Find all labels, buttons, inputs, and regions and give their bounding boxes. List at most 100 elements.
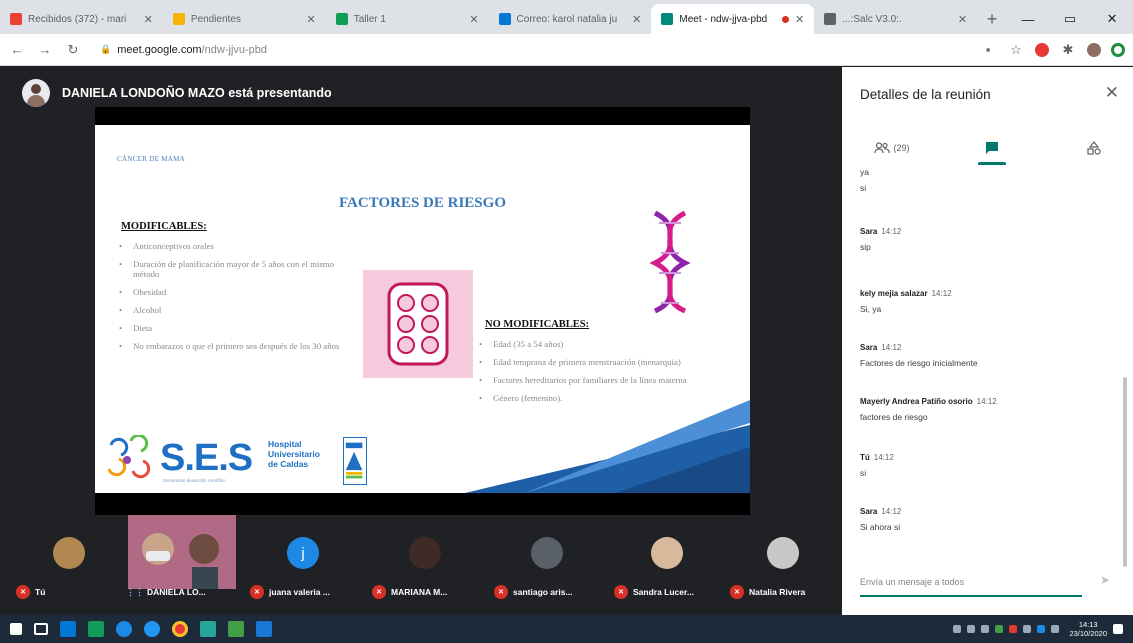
tray-icon[interactable]	[1009, 625, 1018, 633]
participant-tile[interactable]: ✕ Natalia Rivera	[724, 515, 842, 615]
new-tab-button[interactable]: +	[977, 4, 1007, 34]
app-icon[interactable]	[200, 621, 216, 637]
profile-avatar[interactable]	[1087, 42, 1101, 57]
participant-tile[interactable]: ✕ MARIANA M...	[366, 515, 484, 615]
hospital-logo: S.E.S Hospital Universitario de Caldas G…	[105, 433, 370, 489]
store-icon[interactable]	[88, 621, 104, 637]
participant-name-row: ⋮⋮ DANIELA LO...	[126, 585, 206, 599]
maximize-icon[interactable]: ▭	[1049, 4, 1091, 34]
tray-icon[interactable]	[1037, 625, 1046, 633]
participant-tile[interactable]: ✕ Tú	[10, 515, 128, 615]
tray-icon[interactable]	[1023, 625, 1032, 633]
puzzle-icon[interactable]: ✱	[1059, 42, 1077, 58]
browser-tab[interactable]: Correo: karol natalia ju ✕	[489, 4, 652, 34]
chat-scrollbar[interactable]	[1123, 377, 1127, 567]
participant-avatar	[531, 537, 563, 569]
tray-icon[interactable]	[953, 625, 962, 633]
dna-image	[649, 210, 691, 314]
chrome-icon[interactable]	[172, 621, 188, 637]
mic-muted-icon: ✕	[372, 585, 386, 599]
browser-tab[interactable]: Meet - ndw-jjva-pbd ✕	[651, 4, 815, 34]
participant-name: santiago aris...	[513, 587, 573, 597]
chat-message: ya si	[860, 167, 1122, 193]
tab-close-icon[interactable]: ✕	[795, 13, 804, 26]
close-icon[interactable]: ✕	[1105, 83, 1119, 103]
participant-avatar	[767, 537, 799, 569]
tab-activities[interactable]	[1074, 131, 1114, 165]
minimize-icon[interactable]: —	[1007, 4, 1049, 34]
key-icon[interactable]: ▪	[979, 42, 997, 57]
participant-name-row: ✕ Natalia Rivera	[730, 585, 805, 599]
tab-close-icon[interactable]: ✕	[632, 13, 641, 26]
chat-timestamp: 14:12	[881, 227, 902, 236]
participant-avatar	[651, 537, 683, 569]
participant-name: juana valeria ...	[269, 587, 330, 597]
tray-icon[interactable]	[967, 625, 976, 633]
bullet-item: Alcohol	[117, 305, 362, 315]
windows-start-icon[interactable]	[10, 623, 22, 635]
pill-pack-image	[363, 270, 473, 378]
app-icon-3[interactable]	[256, 621, 272, 637]
system-clock[interactable]: 14:13 23/10/2020	[1069, 620, 1107, 638]
logo-people-icon	[107, 433, 151, 479]
url-field[interactable]: 🔒 meet.google.com/ndw-jjvu-pbd	[92, 38, 969, 62]
app-icon-2[interactable]	[228, 621, 244, 637]
browser-tab[interactable]: ...:Salc V3.0:. ✕	[814, 4, 977, 34]
volume-icon[interactable]	[1051, 625, 1060, 633]
tab-chat[interactable]	[972, 131, 1012, 165]
participant-tile[interactable]: j ✕ juana valeria ...	[244, 515, 362, 615]
back-icon[interactable]: ←	[8, 42, 26, 57]
tab-label: Correo: karol natalia ju	[516, 13, 618, 25]
tab-close-icon[interactable]: ✕	[958, 13, 967, 26]
tab-close-icon[interactable]: ✕	[144, 13, 153, 26]
participant-tile[interactable]: ✕ santiago aris...	[488, 515, 606, 615]
participant-tile[interactable]: ✕ Sandra Lucer...	[608, 515, 726, 615]
tab-label: ...:Salc V3.0:.	[842, 13, 902, 25]
chat-message-text: Si, ya	[860, 304, 882, 314]
chat-timestamp: 14:12	[881, 343, 902, 352]
tab-label: Recibidos (372) - mari	[28, 13, 127, 25]
menu-icon[interactable]	[1111, 42, 1125, 57]
extension-icon[interactable]	[1035, 42, 1049, 57]
tab-label: Taller 1	[353, 13, 386, 25]
tab-people[interactable]: (29)	[862, 131, 922, 165]
forward-icon[interactable]: →	[36, 42, 54, 57]
chat-sender-name: Sara	[860, 343, 878, 352]
taskbar-app-icon[interactable]	[60, 621, 76, 637]
chat-message-text: sip	[860, 242, 871, 252]
chat-message-text: Si ahora si	[860, 522, 901, 532]
star-icon[interactable]: ☆	[1007, 42, 1025, 58]
bullet-item: Obesidad	[117, 287, 362, 297]
participant-tile[interactable]: ⋮⋮ DANIELA LO...	[122, 515, 240, 615]
chat-timestamp: 14:12	[873, 453, 894, 462]
chat-timestamp: 14:12	[976, 397, 997, 406]
tray-icon[interactable]	[995, 625, 1004, 633]
browser-tab[interactable]: Taller 1 ✕	[326, 4, 489, 34]
task-view-icon[interactable]	[34, 623, 48, 635]
edge-icon[interactable]	[116, 621, 132, 637]
tab-close-icon[interactable]: ✕	[469, 13, 478, 26]
reload-icon[interactable]: ↻	[64, 42, 82, 58]
send-icon[interactable]: ➤	[1100, 573, 1110, 587]
notifications-icon[interactable]	[1113, 624, 1123, 634]
participant-name-row: ✕ Tú	[16, 585, 45, 599]
modifiable-heading: MODIFICABLES:	[121, 221, 207, 232]
chat-timestamp: 14:12	[881, 507, 902, 516]
chat-message-meta: Sara 14:12	[860, 343, 1122, 352]
participant-name-row: ✕ Sandra Lucer...	[614, 585, 694, 599]
close-window-icon[interactable]: ✕	[1091, 4, 1133, 34]
chat-input[interactable]	[860, 577, 1082, 587]
tab-close-icon[interactable]: ✕	[306, 13, 315, 26]
chat-message: Sara 14:12 sip	[860, 227, 1122, 252]
tab-favicon-icon	[661, 13, 674, 25]
browser-icon[interactable]	[144, 621, 160, 637]
lock-icon: 🔒	[100, 44, 112, 54]
browser-tab[interactable]: Recibidos (372) - mari ✕	[0, 4, 163, 34]
chat-message: kely mejia salazar 14:12 Si, ya	[860, 289, 1122, 314]
tab-favicon-icon	[335, 13, 348, 25]
people-icon	[874, 142, 891, 154]
panel-tabs: (29)	[842, 131, 1133, 165]
chat-icon	[986, 142, 998, 154]
browser-tab[interactable]: Pendientes ✕	[163, 4, 326, 34]
tray-icon[interactable]	[981, 625, 990, 633]
